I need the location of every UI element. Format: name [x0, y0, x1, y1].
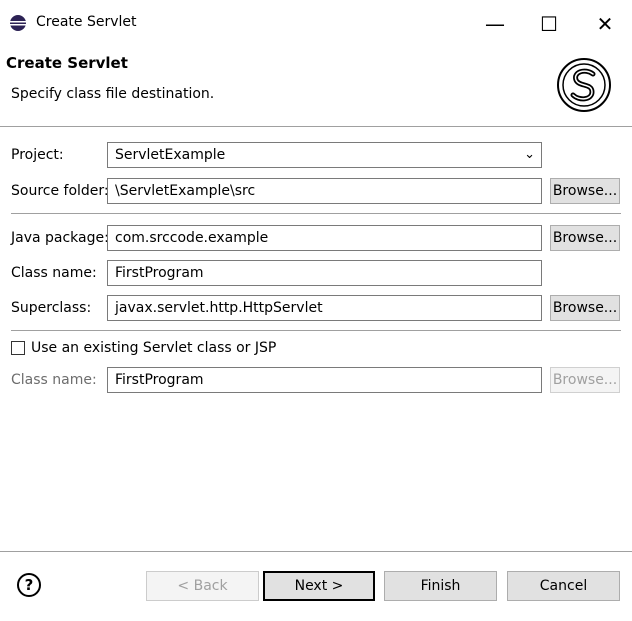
superclass-label: Superclass: [11, 300, 92, 316]
java-package-input[interactable]: com.srccode.example [107, 225, 542, 251]
cancel-button[interactable]: Cancel [507, 571, 620, 601]
use-existing-checkbox[interactable] [11, 341, 25, 355]
section-divider [11, 213, 621, 214]
browse-existing-class-button[interactable]: Browse... [550, 367, 620, 393]
section-divider-2 [11, 330, 621, 331]
source-folder-label: Source folder: [11, 183, 109, 199]
class-name-input[interactable]: FirstProgram [107, 260, 542, 286]
project-label: Project: [11, 147, 64, 163]
wizard-header: Create Servlet Specify class file destin… [0, 46, 632, 126]
eclipse-icon [10, 15, 26, 31]
footer-divider [0, 551, 632, 552]
existing-class-name-input[interactable]: FirstProgram [107, 367, 542, 393]
help-icon[interactable]: ? [17, 573, 41, 597]
title-bar: Create Servlet — ☐ ✕ [0, 0, 632, 46]
superclass-input[interactable]: javax.servlet.http.HttpServlet [107, 295, 542, 321]
browse-java-package-button[interactable]: Browse... [550, 225, 620, 251]
page-subtitle: Specify class file destination. [11, 86, 215, 102]
source-folder-input[interactable]: \ServletExample\src [107, 178, 542, 204]
project-select[interactable]: ServletExample ⌄ [107, 142, 542, 168]
project-value: ServletExample [115, 147, 226, 163]
browse-source-folder-button[interactable]: Browse... [550, 178, 620, 204]
class-name-label: Class name: [11, 265, 97, 281]
chevron-down-icon: ⌄ [524, 147, 535, 162]
minimize-button[interactable]: — [483, 12, 507, 36]
java-package-label: Java package: [11, 230, 109, 246]
page-title: Create Servlet [6, 54, 128, 72]
header-divider [0, 126, 632, 127]
use-existing-label[interactable]: Use an existing Servlet class or JSP [31, 340, 276, 356]
browse-superclass-button[interactable]: Browse... [550, 295, 620, 321]
servlet-logo-icon [557, 58, 611, 112]
existing-class-name-label: Class name: [11, 372, 97, 388]
finish-button[interactable]: Finish [384, 571, 497, 601]
next-button[interactable]: Next > [263, 571, 375, 601]
close-button[interactable]: ✕ [593, 12, 617, 36]
window-title: Create Servlet [36, 14, 137, 30]
back-button[interactable]: < Back [146, 571, 259, 601]
maximize-button[interactable]: ☐ [537, 12, 561, 36]
